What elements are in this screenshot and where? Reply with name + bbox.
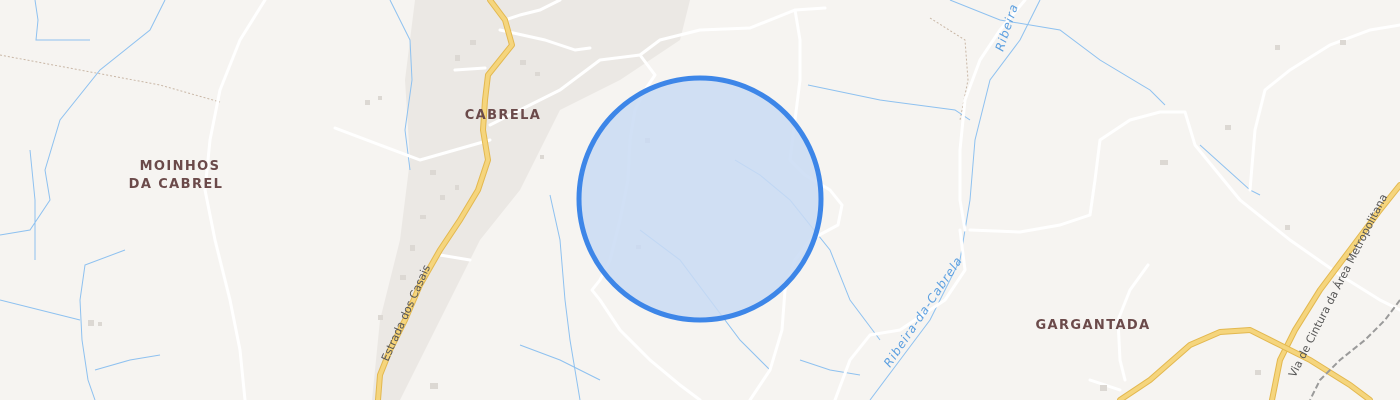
place-label-moinhos-line2: DA CABREL <box>129 177 224 192</box>
location-radius-marker[interactable] <box>576 75 824 323</box>
map-canvas[interactable]: MOINHOS DA CABREL CABRELA GARGANTADA Rib… <box>0 0 1400 400</box>
place-label-cabrela: CABRELA <box>465 108 542 123</box>
map-view[interactable]: MOINHOS DA CABREL CABRELA GARGANTADA Rib… <box>0 0 1400 400</box>
place-label-gargantada: GARGANTADA <box>1035 318 1150 333</box>
place-label-moinhos-line1: MOINHOS <box>140 159 221 174</box>
